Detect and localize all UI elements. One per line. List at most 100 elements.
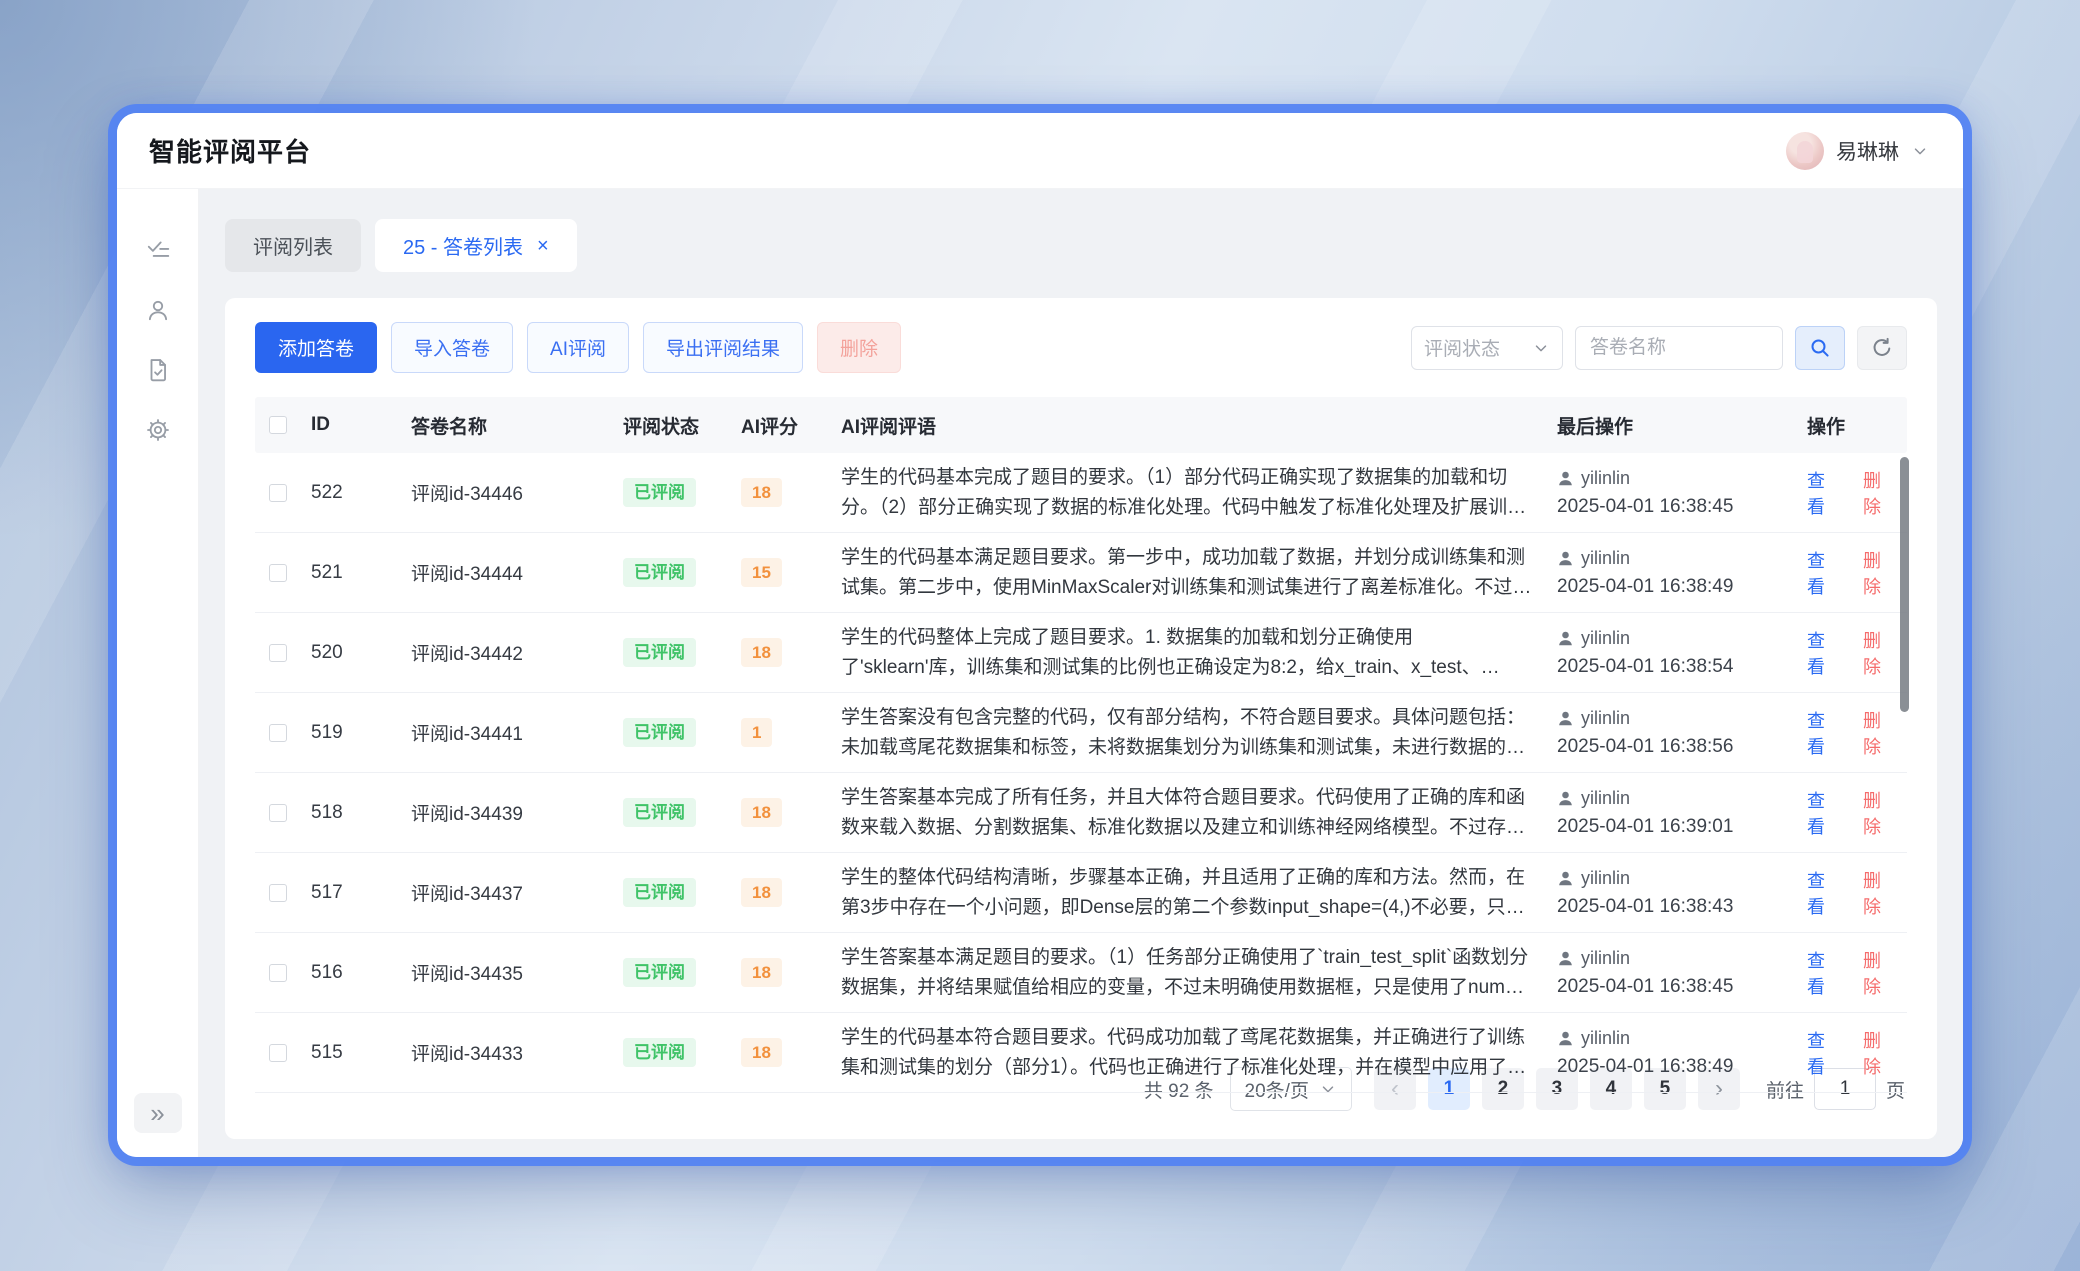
ai-comment: 学生答案没有包含完整的代码，仅有部分结构，不符合题目要求。具体问题包括：未加载鸢… xyxy=(831,703,1547,762)
row-checkbox[interactable] xyxy=(269,724,287,742)
view-link[interactable]: 查看 xyxy=(1807,547,1841,599)
row-checkbox[interactable] xyxy=(269,644,287,662)
view-link[interactable]: 查看 xyxy=(1807,947,1841,999)
row-name: 评阅id-34444 xyxy=(401,559,613,586)
import-answer-button[interactable]: 导入答卷 xyxy=(391,322,513,373)
ai-comment: 学生的整体代码结构清晰，步骤基本正确，并且适用了正确的库和方法。然而，在第3步中… xyxy=(831,863,1547,922)
person-icon xyxy=(1557,710,1574,727)
column-header-status: 评阅状态 xyxy=(613,412,731,439)
sidebar-expand-button[interactable]: » xyxy=(134,1093,182,1133)
delete-link[interactable]: 删除 xyxy=(1863,627,1897,679)
person-icon xyxy=(1557,870,1574,887)
score-badge: 18 xyxy=(741,958,782,987)
delete-link[interactable]: 删除 xyxy=(1863,787,1897,839)
review-status-select[interactable]: 评阅状态 xyxy=(1411,326,1563,370)
row-checkbox[interactable] xyxy=(269,564,287,582)
operation-time: 2025-04-01 16:38:45 xyxy=(1557,976,1787,998)
view-link[interactable]: 查看 xyxy=(1807,1027,1841,1079)
score-badge: 18 xyxy=(741,798,782,827)
filter-area: 评阅状态 xyxy=(1411,326,1907,370)
app-window: 智能评阅平台 易琳琳 » 评阅列表 xyxy=(117,113,1963,1157)
status-badge: 已评阅 xyxy=(623,958,696,987)
search-button[interactable] xyxy=(1795,326,1845,370)
last-operation: yilinlin 2025-04-01 16:38:45 xyxy=(1547,468,1797,518)
close-icon[interactable]: × xyxy=(537,236,549,256)
column-header-actions: 操作 xyxy=(1797,412,1907,439)
last-operation: yilinlin 2025-04-01 16:38:56 xyxy=(1547,708,1797,758)
select-all-checkbox[interactable] xyxy=(269,416,287,434)
avatar[interactable] xyxy=(1786,132,1824,170)
toolbar: 添加答卷 导入答卷 AI评阅 导出评阅结果 删除 评阅状态 xyxy=(255,322,1907,373)
view-link[interactable]: 查看 xyxy=(1807,467,1841,519)
last-operation: yilinlin 2025-04-01 16:39:01 xyxy=(1547,788,1797,838)
operator-name: yilinlin xyxy=(1581,468,1630,489)
answer-name-input[interactable] xyxy=(1575,326,1783,370)
status-badge: 已评阅 xyxy=(623,878,696,907)
person-icon xyxy=(1557,950,1574,967)
add-answer-button[interactable]: 添加答卷 xyxy=(255,322,377,373)
operator-name: yilinlin xyxy=(1581,1028,1630,1049)
column-header-id: ID xyxy=(301,414,401,436)
status-badge: 已评阅 xyxy=(623,1038,696,1067)
person-icon xyxy=(1557,1030,1574,1047)
row-name: 评阅id-34442 xyxy=(401,639,613,666)
view-link[interactable]: 查看 xyxy=(1807,627,1841,679)
row-checkbox[interactable] xyxy=(269,1044,287,1062)
view-link[interactable]: 查看 xyxy=(1807,707,1841,759)
delete-link[interactable]: 删除 xyxy=(1863,547,1897,599)
delete-link[interactable]: 删除 xyxy=(1863,867,1897,919)
view-link[interactable]: 查看 xyxy=(1807,787,1841,839)
main-card: 添加答卷 导入答卷 AI评阅 导出评阅结果 删除 评阅状态 xyxy=(225,298,1937,1139)
row-id: 519 xyxy=(301,722,401,744)
row-id: 518 xyxy=(301,802,401,824)
operator-name: yilinlin xyxy=(1581,628,1630,649)
select-placeholder: 评阅状态 xyxy=(1424,334,1532,361)
user-menu[interactable]: 易琳琳 xyxy=(1786,132,1929,170)
view-link[interactable]: 查看 xyxy=(1807,867,1841,919)
ai-review-button[interactable]: AI评阅 xyxy=(527,322,629,373)
delete-button[interactable]: 删除 xyxy=(817,322,901,373)
operator-name: yilinlin xyxy=(1581,948,1630,969)
last-operation: yilinlin 2025-04-01 16:38:45 xyxy=(1547,948,1797,998)
delete-link[interactable]: 删除 xyxy=(1863,707,1897,759)
row-id: 522 xyxy=(301,482,401,504)
refresh-button[interactable] xyxy=(1857,326,1907,370)
double-chevron-right-icon: » xyxy=(150,1100,164,1126)
delete-link[interactable]: 删除 xyxy=(1863,947,1897,999)
column-header-score: AI评分 xyxy=(731,412,831,439)
answers-table: ID 答卷名称 评阅状态 AI评分 AI评阅评语 最后操作 操作 522 评阅i… xyxy=(255,397,1907,1053)
sidebar-item-users[interactable] xyxy=(135,287,181,333)
ai-comment: 学生的代码基本满足题目要求。第一步中，成功加载了数据，并划分成训练集和测试集。第… xyxy=(831,543,1547,602)
person-icon xyxy=(1557,550,1574,567)
delete-link[interactable]: 删除 xyxy=(1863,467,1897,519)
tab-bar: 评阅列表 25 - 答卷列表 × xyxy=(225,219,1937,272)
column-header-comment: AI评阅评语 xyxy=(831,412,1547,439)
row-checkbox[interactable] xyxy=(269,484,287,502)
window-header: 智能评阅平台 易琳琳 xyxy=(117,113,1963,189)
row-id: 517 xyxy=(301,882,401,904)
sidebar-item-papers[interactable] xyxy=(135,347,181,393)
row-name: 评阅id-34441 xyxy=(401,719,613,746)
tab-review-list[interactable]: 评阅列表 xyxy=(225,219,361,272)
vertical-scrollbar[interactable] xyxy=(1900,457,1909,712)
operator-name: yilinlin xyxy=(1581,548,1630,569)
operation-time: 2025-04-01 16:38:49 xyxy=(1557,576,1787,598)
export-results-button[interactable]: 导出评阅结果 xyxy=(643,322,803,373)
ai-comment: 学生的代码基本完成了题目的要求。（1）部分代码正确实现了数据集的加载和切分。（2… xyxy=(831,463,1547,522)
row-id: 516 xyxy=(301,962,401,984)
row-checkbox[interactable] xyxy=(269,964,287,982)
row-checkbox[interactable] xyxy=(269,804,287,822)
table-header: ID 答卷名称 评阅状态 AI评分 AI评阅评语 最后操作 操作 xyxy=(255,397,1907,453)
tab-answer-list[interactable]: 25 - 答卷列表 × xyxy=(375,219,577,272)
operator-name: yilinlin xyxy=(1581,868,1630,889)
ai-comment: 学生答案基本满足题目的要求。（1）任务部分正确使用了`train_test_sp… xyxy=(831,943,1547,1002)
sidebar-item-review-list[interactable] xyxy=(135,227,181,273)
gear-icon xyxy=(145,417,171,443)
row-id: 520 xyxy=(301,642,401,664)
delete-link[interactable]: 删除 xyxy=(1863,1027,1897,1079)
sidebar-item-settings[interactable] xyxy=(135,407,181,453)
table-body: 522 评阅id-34446 已评阅 18 学生的代码基本完成了题目的要求。（1… xyxy=(255,453,1907,1093)
row-checkbox[interactable] xyxy=(269,884,287,902)
operator-name: yilinlin xyxy=(1581,708,1630,729)
checklist-icon xyxy=(145,237,171,263)
